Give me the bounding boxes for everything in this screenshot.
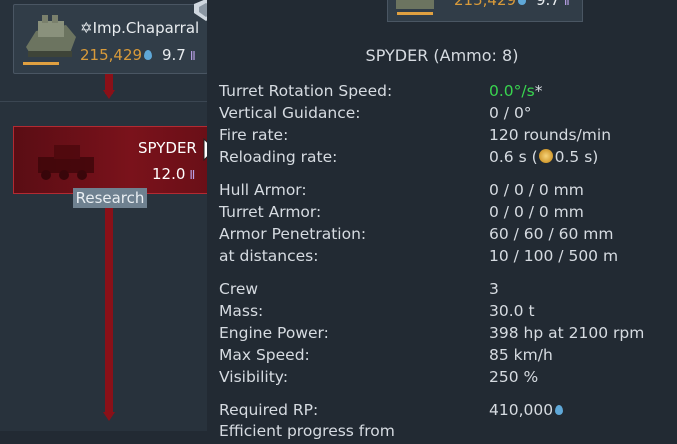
stat-label: Turret Armor: [219,203,322,221]
stat-value: 410,000 [489,401,564,419]
stat-mass: Mass: 30.0 t [219,302,669,324]
stat-label: Engine Power: [219,324,329,342]
research-progress-bar [397,12,433,15]
stat-max-speed: Max Speed: 85 km/h [219,346,669,368]
tooltip-title: SPYDER (Ammo: 8) [365,46,519,65]
stat-label: Mass: [219,302,264,320]
research-progress-bar [23,62,59,65]
vehicle-card-imp-chaparral[interactable]: ✡Imp.Chaparral 215,429 9.7 Ⅱ [13,0,218,74]
stat-hull-armor: Hull Armor: 0 / 0 / 0 mm [219,181,669,203]
vehicle-name: ✡Imp.Chaparral [80,19,200,37]
stat-visibility: Visibility: 250 % [219,368,669,390]
battle-rating-icon: Ⅱ [563,0,570,8]
stat-value: 0 / 0 / 0 mm [489,181,584,199]
stat-value: 85 km/h [489,346,553,364]
stat-efficient-progress: Efficient progress from [219,422,669,444]
stat-value: 398 hp at 2100 rpm [489,324,645,342]
stat-value: 10 / 100 / 500 m [489,247,619,265]
stat-label: Max Speed: [219,346,310,364]
battle-rating-icon: Ⅱ [189,168,196,182]
vehicle-rp: 215,429 [80,46,153,64]
rp-drop-icon [144,50,153,60]
vehicle-thumbnail [38,145,94,180]
stat-label: Armor Penetration: [219,225,367,243]
stat-label: Required RP: [219,401,319,419]
stat-at-distances: at distances: 10 / 100 / 500 m [219,247,669,269]
stat-value: 0 / 0° [489,104,532,122]
vehicle-card-partial[interactable]: 215,429 9.7 Ⅱ [387,0,583,22]
stat-value: 0.6 s (0.5 s) [489,148,599,166]
stat-label: at distances: [219,247,319,265]
stat-fire-rate: Fire rate: 120 rounds/min [219,126,669,148]
stat-turret-rotation: Turret Rotation Speed: 0.0°/s* [219,82,669,104]
vehicle-card-spyder[interactable]: SPYDER 12.0 Ⅱ [13,126,209,194]
stat-label: Efficient progress from [219,422,395,440]
stat-label: Vertical Guidance: [219,104,361,122]
stat-value: 0 / 0 / 0 mm [489,203,584,221]
tree-arrow-icon [103,412,115,421]
crew-skill-sun-icon [538,149,553,163]
battle-rating-icon: Ⅱ [189,49,196,63]
stat-value: 30.0 t [489,302,535,320]
stat-label: Hull Armor: [219,181,307,199]
vehicle-name: SPYDER [138,139,197,157]
vehicle-tooltip: 215,429 9.7 Ⅱ SPYDER (Ammo: 8) Turret Rot… [207,0,677,440]
research-button[interactable]: Research [73,188,147,208]
vehicle-br: 9.7 Ⅱ [162,46,196,64]
stat-value: 0.0°/s* [489,82,543,100]
tree-divider [0,101,207,102]
stat-required-rp: Required RP: 410,000 [219,401,669,423]
stat-label: Reloading rate: [219,148,338,166]
stat-value: 250 % [489,368,539,386]
tree-connector-line [105,207,113,415]
stat-value: 60 / 60 / 60 mm [489,225,614,243]
research-tree: ✡Imp.Chaparral 215,429 9.7 Ⅱ SPYDER 12.0 Ⅱ… [0,0,218,431]
rp-drop-icon [518,0,527,5]
stat-label: Turret Rotation Speed: [219,82,393,100]
stat-engine-power: Engine Power: 398 hp at 2100 rpm [219,324,669,346]
tree-arrow-icon [103,90,115,99]
vehicle-thumbnail [26,15,76,57]
stat-label: Crew [219,280,259,298]
vehicle-br: 12.0 Ⅱ [152,165,196,183]
stat-value: 120 rounds/min [489,126,612,144]
vehicle-br: 9.7 Ⅱ [536,0,570,9]
stat-label: Fire rate: [219,126,289,144]
stat-label: Visibility: [219,368,289,386]
rp-drop-icon [555,405,564,415]
vehicle-rp: 215,429 [454,0,527,9]
stat-reloading-rate: Reloading rate: 0.6 s (0.5 s) [219,148,669,170]
stat-armor-penetration: Armor Penetration: 60 / 60 / 60 mm [219,225,669,247]
stat-turret-armor: Turret Armor: 0 / 0 / 0 mm [219,203,669,225]
stat-vertical-guidance: Vertical Guidance: 0 / 0° [219,104,669,126]
stat-crew: Crew 3 [219,280,669,302]
stat-value: 3 [489,280,499,298]
